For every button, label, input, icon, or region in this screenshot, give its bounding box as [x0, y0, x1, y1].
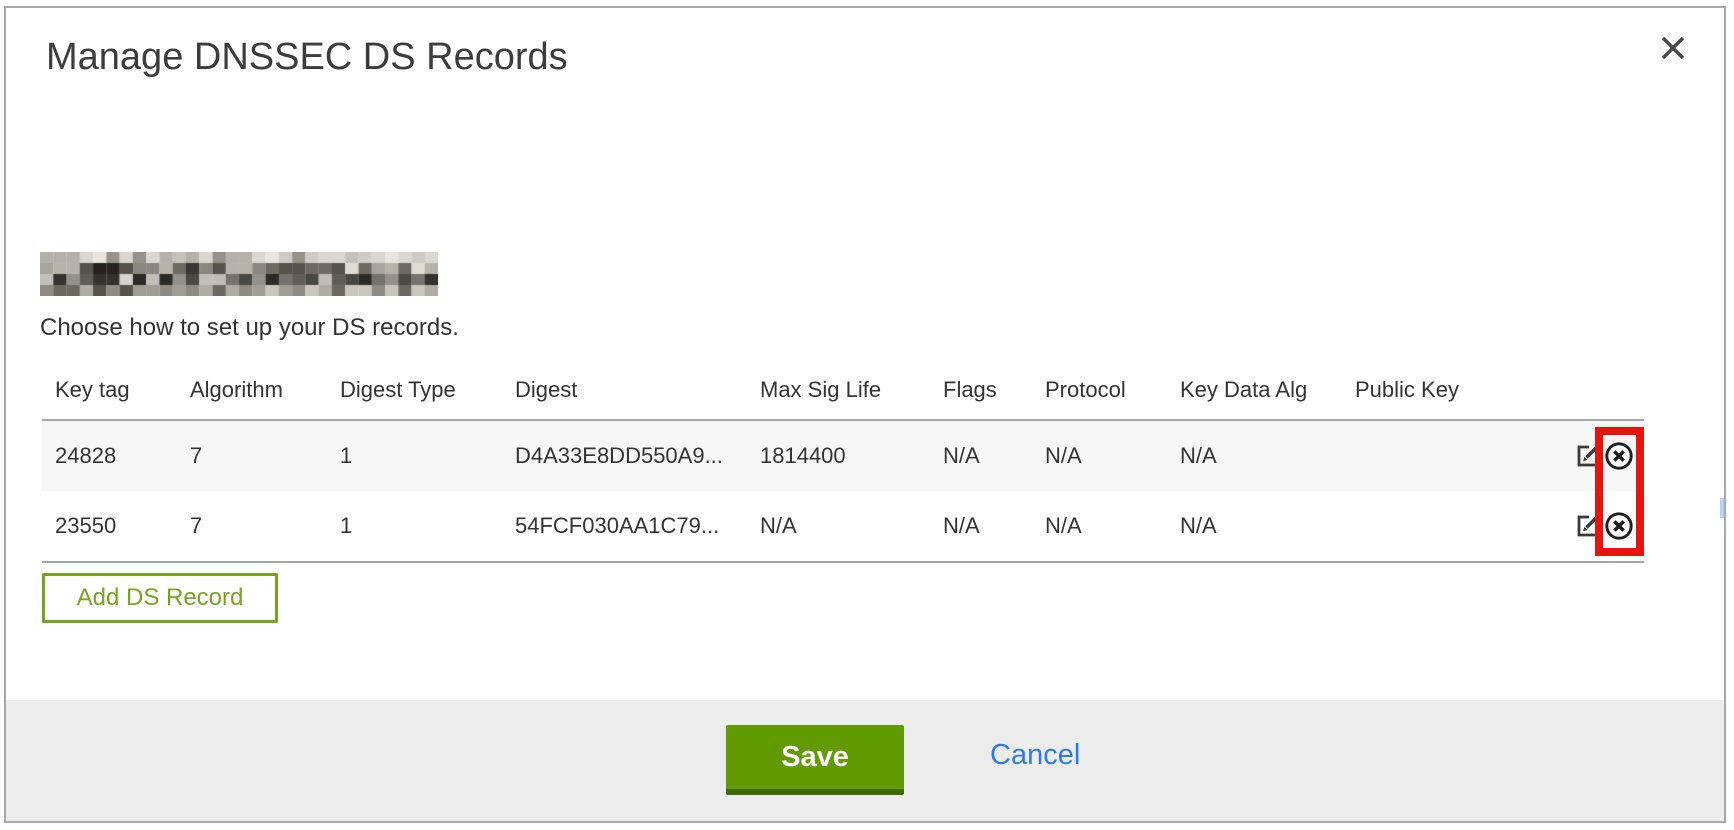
- save-button[interactable]: Save: [726, 725, 904, 795]
- cell-key-data-alg: N/A: [1180, 420, 1355, 491]
- dialog-title: Manage DNSSEC DS Records: [46, 36, 568, 79]
- column-header: Public Key: [1355, 375, 1563, 420]
- cell-protocol: N/A: [1045, 491, 1180, 562]
- edit-record-icon[interactable]: [1575, 513, 1601, 539]
- column-header: Digest Type: [340, 375, 515, 420]
- column-header: Max Sig Life: [760, 375, 943, 420]
- close-icon[interactable]: [1656, 32, 1690, 66]
- row-actions: [1563, 420, 1644, 491]
- cell-max-sig-life: 1814400: [760, 420, 943, 491]
- redacted-domain-blur: [40, 252, 438, 296]
- column-header: Flags: [943, 375, 1045, 420]
- cell-flags: N/A: [943, 491, 1045, 562]
- column-header: Digest: [515, 375, 760, 420]
- cell-key-data-alg: N/A: [1180, 491, 1355, 562]
- column-header: Key Data Alg: [1180, 375, 1355, 420]
- table-body: 2482871D4A33E8DD550A9...1814400N/AN/AN/A…: [42, 420, 1644, 562]
- column-header: Protocol: [1045, 375, 1180, 420]
- table-row: 2482871D4A33E8DD550A9...1814400N/AN/AN/A: [42, 420, 1644, 491]
- cell-digest: 54FCF030AA1C79...: [515, 491, 760, 562]
- dialog-footer: Save Cancel: [6, 700, 1724, 821]
- cell-digest: D4A33E8DD550A9...: [515, 420, 760, 491]
- cell-flags: N/A: [943, 420, 1045, 491]
- cell-public-key: [1355, 420, 1563, 491]
- cell-digest-type: 1: [340, 491, 515, 562]
- cell-key-tag: 23550: [42, 491, 190, 562]
- cell-public-key: [1355, 491, 1563, 562]
- cell-key-tag: 24828: [42, 420, 190, 491]
- manage-dnssec-dialog: Manage DNSSEC DS Records Choose how to s…: [4, 6, 1726, 823]
- column-header: Key tag: [42, 375, 190, 420]
- cell-algorithm: 7: [190, 420, 340, 491]
- intro-text: Choose how to set up your DS records.: [40, 314, 459, 342]
- cell-max-sig-life: N/A: [760, 491, 943, 562]
- delete-record-icon[interactable]: [1604, 441, 1634, 471]
- add-ds-record-button[interactable]: Add DS Record: [42, 573, 278, 623]
- row-actions: [1563, 491, 1644, 562]
- cell-protocol: N/A: [1045, 420, 1180, 491]
- table-header-row: Key tagAlgorithmDigest TypeDigestMax Sig…: [42, 375, 1644, 420]
- table-row: 235507154FCF030AA1C79...N/AN/AN/AN/A: [42, 491, 1644, 562]
- delete-record-icon[interactable]: [1604, 511, 1634, 541]
- cell-algorithm: 7: [190, 491, 340, 562]
- scrollbar-fragment: [1720, 498, 1724, 518]
- cell-digest-type: 1: [340, 420, 515, 491]
- cancel-link[interactable]: Cancel: [990, 739, 1080, 772]
- column-header: Algorithm: [190, 375, 340, 420]
- edit-record-icon[interactable]: [1575, 443, 1601, 469]
- ds-records-table: Key tagAlgorithmDigest TypeDigestMax Sig…: [42, 375, 1644, 563]
